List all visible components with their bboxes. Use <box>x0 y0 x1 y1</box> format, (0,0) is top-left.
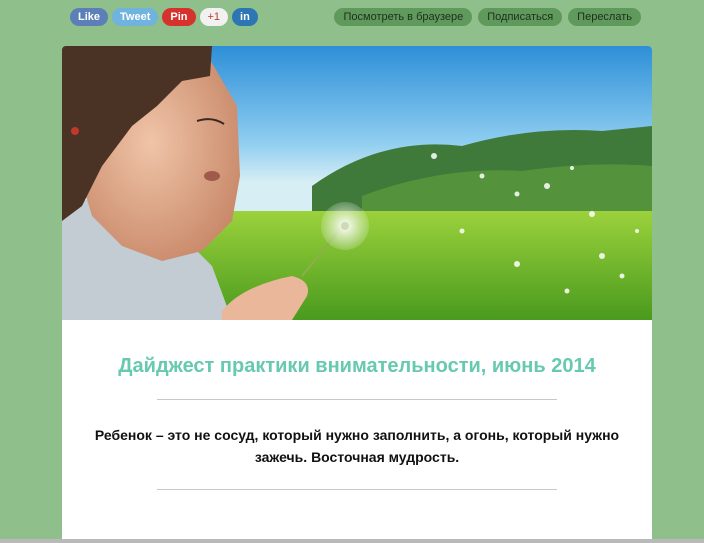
linkedin-button[interactable]: in <box>232 8 258 26</box>
google-plus-button[interactable]: +1 <box>199 8 229 26</box>
facebook-like-button[interactable]: Like <box>70 8 109 26</box>
tweet-button[interactable]: Tweet <box>112 8 159 26</box>
view-in-browser-button[interactable]: Посмотреть в браузере <box>334 8 473 26</box>
newsletter-card: Дайджест практики внимательности, июнь 2… <box>62 46 652 543</box>
divider <box>157 399 557 400</box>
social-share-buttons: Like Tweet Pin +1 in <box>70 8 258 26</box>
top-bar: Like Tweet Pin +1 in Посмотреть в браузе… <box>0 0 704 36</box>
newsletter-title: Дайджест практики внимательности, июнь 2… <box>118 355 596 377</box>
forward-button[interactable]: Переслать <box>568 8 641 26</box>
header-links: Посмотреть в браузере Подписаться Пересл… <box>334 8 641 26</box>
dandelion-image <box>62 46 652 320</box>
subscribe-button[interactable]: Подписаться <box>478 8 563 26</box>
divider <box>157 489 557 490</box>
quote-text: Ребенок – это не сосуд, который нужно за… <box>94 427 620 465</box>
pinterest-pin-button[interactable]: Pin <box>162 8 196 26</box>
page-bottom-edge <box>0 539 704 543</box>
hero-image <box>62 46 652 320</box>
